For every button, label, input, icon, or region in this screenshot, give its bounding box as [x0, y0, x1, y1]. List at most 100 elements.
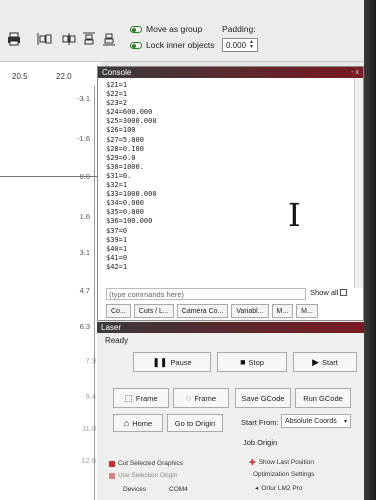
console-panel: Console - x $21=1 $22=1 $23=2 $24=600.000 $2…: [97, 66, 364, 321]
chevron-down-icon: ▾: [343, 418, 347, 425]
ruler-label: -1.6: [77, 134, 90, 143]
tab-variable-text[interactable]: Variabl...: [231, 304, 269, 318]
console-line: $35=0.000: [106, 208, 144, 217]
tab-move[interactable]: M...: [271, 304, 294, 318]
checkbox-icon: [109, 472, 115, 479]
ruler-label: 4.7: [79, 286, 90, 295]
console-scrollbar[interactable]: [354, 78, 363, 288]
align-center-icon[interactable]: [60, 30, 78, 48]
laser-title-bar: Laser: [97, 322, 364, 333]
ruler-label: 9.4: [85, 392, 96, 401]
ruler-label: 7.9: [85, 356, 96, 365]
frame-label: Frame: [135, 393, 158, 403]
devices-button[interactable]: Devices: [123, 486, 146, 493]
optimization-settings-button[interactable]: Optimization Settings: [253, 471, 314, 478]
device-dropdown[interactable]: ◂ Ortur LM2 Pro: [255, 484, 303, 493]
top-toolbar: Move as group Lock inner objects Padding…: [0, 0, 364, 62]
use-selection-origin-label: Use Selection Origin: [118, 472, 178, 479]
laser-title: Laser: [101, 323, 122, 332]
console-line: $31=0.: [106, 171, 132, 180]
lock-inner-objects-toggle[interactable]: Lock inner objects: [130, 40, 215, 50]
ruler-label: 11.0: [81, 424, 96, 433]
device-name: Ortur LM2 Pro: [261, 484, 303, 492]
show-last-position-label: Show Last Position: [258, 459, 314, 466]
console-title: Console: [102, 68, 132, 77]
pause-icon: ❚❚: [152, 356, 168, 367]
console-line: $41=0: [106, 253, 128, 262]
port-dropdown[interactable]: COM4: [169, 486, 188, 493]
console-line: $37=0: [106, 226, 128, 235]
device-icon: ◂: [255, 485, 259, 492]
console-line: $22=1: [106, 90, 128, 99]
console-line: $24=600.000: [106, 108, 153, 117]
move-as-group-toggle[interactable]: Move as group: [130, 24, 202, 34]
laser-panel: Laser Ready ❚❚ Pause ■ Stop ▶ Start ⬚ Fr…: [97, 322, 364, 500]
pause-button[interactable]: ❚❚ Pause: [133, 352, 211, 372]
home-label: Home: [132, 418, 153, 428]
align-top-icon[interactable]: [82, 30, 96, 48]
console-line: $23=2: [106, 99, 128, 108]
console-line: $39=1: [106, 235, 128, 244]
command-placeholder: (type commands here): [109, 289, 185, 299]
home-icon: ⌂: [123, 418, 130, 428]
show-all-label: Show all: [310, 288, 339, 297]
text-cursor-icon: I: [288, 196, 301, 234]
start-button[interactable]: ▶ Start: [293, 352, 357, 372]
console-line: $29=0.0: [106, 153, 136, 162]
tab-camera-control[interactable]: Camera Co...: [176, 304, 229, 318]
tab-cuts-layers[interactable]: Cuts / L...: [133, 304, 174, 318]
ruler-label: 1.6: [79, 212, 90, 221]
cut-selected-graphics-checkbox[interactable]: Cut Selected Graphics: [109, 460, 183, 467]
monitor-bezel: [364, 0, 376, 500]
use-selection-origin-checkbox[interactable]: Use Selection Origin: [109, 472, 177, 479]
show-all-checkbox[interactable]: Show all: [310, 288, 348, 297]
tab-more[interactable]: M...: [296, 304, 318, 318]
console-line: $26=100: [106, 126, 136, 135]
run-gcode-button[interactable]: Run GCode: [295, 388, 351, 408]
pause-label: Pause: [170, 357, 192, 367]
stop-button[interactable]: ■ Stop: [217, 352, 287, 372]
save-gcode-button[interactable]: Save GCode: [235, 388, 291, 408]
start-from-value: Absolute Coords: [285, 417, 337, 425]
go-to-origin-button[interactable]: Go to Origin: [167, 414, 223, 432]
save-gcode-label: Save GCode: [241, 393, 285, 403]
lock-inner-objects-label: Lock inner objects: [146, 40, 215, 50]
window-buttons-icon[interactable]: - x: [351, 69, 363, 76]
crosshair-icon: ✚: [249, 458, 256, 467]
start-from-label: Start From:: [241, 418, 279, 427]
stop-label: Stop: [248, 357, 264, 367]
ruler-label: -3.1: [77, 94, 90, 103]
command-input[interactable]: (type commands here): [106, 288, 306, 300]
padding-spinbox[interactable]: 0.000 ▲ ▼: [222, 38, 258, 52]
frame-rect-button[interactable]: ⬚ Frame: [113, 388, 169, 408]
console-tab-buttons: Co... Cuts / L... Camera Co... Variabl..…: [106, 304, 318, 318]
design-canvas[interactable]: [0, 62, 100, 500]
move-as-group-label: Move as group: [146, 24, 203, 34]
spin-arrows-icon[interactable]: ▲ ▼: [249, 40, 254, 50]
ruler-label: 6.3: [79, 322, 90, 331]
console-line: $27=5.000: [106, 135, 144, 144]
printer-icon[interactable]: [6, 30, 22, 48]
frame-circle-button[interactable]: ◌ Frame: [173, 388, 229, 408]
frame-rect-icon: ⬚: [124, 392, 133, 403]
ruler-label: 20.5: [12, 72, 28, 81]
toggle-icon: [130, 25, 142, 33]
console-line: $30=1000.: [106, 162, 144, 171]
toggle-icon: [130, 41, 142, 49]
show-last-position-checkbox[interactable]: ✚ Show Last Position: [249, 458, 314, 467]
ruler-label: 12.6: [81, 456, 96, 465]
padding-label: Padding:: [222, 24, 256, 34]
top-ruler: 20.5 22.0: [0, 68, 100, 81]
checkbox-icon: [340, 289, 348, 296]
align-bottom-icon[interactable]: [102, 30, 116, 48]
home-button[interactable]: ⌂ Home: [113, 414, 163, 432]
start-from-dropdown[interactable]: Absolute Coords ▾: [281, 414, 351, 428]
console-line: $42=1: [106, 262, 128, 271]
ruler-label: 3.1: [79, 248, 90, 257]
align-left-icon[interactable]: [36, 30, 54, 48]
ruler-label: 22.0: [56, 72, 72, 81]
tab-console[interactable]: Co...: [106, 304, 131, 318]
console-line: $25=3000.000: [106, 117, 157, 126]
play-icon: ▶: [312, 356, 320, 367]
console-line: $32=1: [106, 181, 128, 190]
